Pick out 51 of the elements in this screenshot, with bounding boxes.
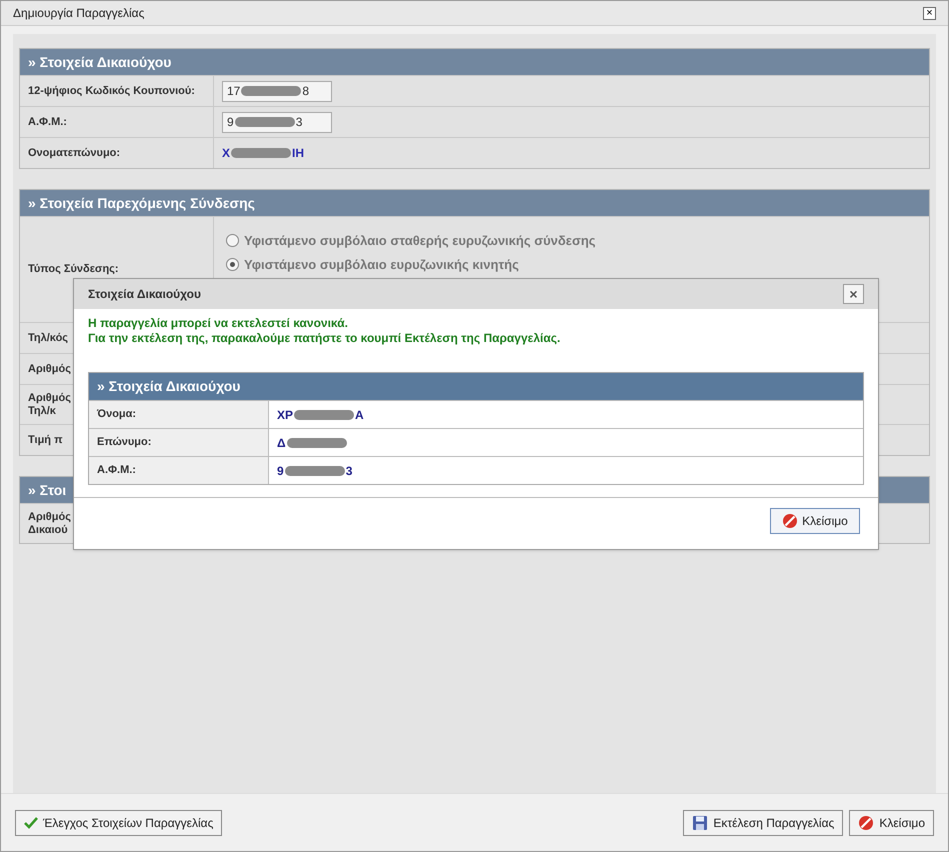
- section-header: » Στοιχεία Παρεχόμενης Σύνδεσης: [20, 190, 929, 216]
- section-header: » Στοιχεία Δικαιούχου: [89, 373, 863, 400]
- close-button[interactable]: Κλείσιμο: [770, 508, 860, 534]
- value-text: 8: [302, 83, 310, 100]
- redaction-mark: [241, 86, 302, 96]
- field-label: Τιμή π: [28, 434, 63, 446]
- cancel-icon: [782, 513, 798, 529]
- value-text: Α: [355, 406, 364, 424]
- value-text: 3: [296, 114, 302, 131]
- field-label: Επώνυμο:: [89, 429, 269, 456]
- redaction-mark: [234, 117, 295, 127]
- value-text: 9: [227, 114, 234, 131]
- value-text: Χ: [222, 145, 230, 162]
- footer-button[interactable]: Έλεγχος Στοιχείων Παραγγελίας: [15, 810, 222, 836]
- value-text: Δ: [277, 434, 286, 452]
- close-button[interactable]: ×: [843, 284, 864, 304]
- text-field[interactable]: 9 3: [222, 112, 332, 132]
- footer-button[interactable]: Εκτέλεση Παραγγελίας: [683, 810, 844, 836]
- field-label: Αριθμός Δικαιού: [28, 510, 72, 536]
- radio-button[interactable]: [226, 258, 239, 271]
- success-message: Η παραγγελία μπορεί να εκτελεστεί κανονικά.: [87, 316, 349, 331]
- footer-button[interactable]: Κλείσιμο: [849, 810, 934, 836]
- radio-label: Υφιστάμενο συμβόλαιο σταθερής ευρυζωνικής σύνδεσης: [244, 232, 596, 250]
- value-text: 17: [227, 83, 240, 100]
- dialog-title: Στοιχεία Δικαιούχου: [88, 286, 201, 303]
- radio-label: Υφιστάμενο συμβόλαιο ευρυζωνικής κινητής: [244, 256, 519, 274]
- redaction-mark: [286, 438, 347, 448]
- field-label: Α.Φ.Μ.:: [28, 116, 67, 128]
- field-label: Όνομα:: [89, 401, 269, 428]
- radio-button[interactable]: [226, 234, 239, 248]
- section-header: » Στοιχεία Δικαιούχου: [20, 49, 929, 75]
- value-text: 3: [346, 462, 352, 480]
- close-button[interactable]: ×: [923, 6, 936, 20]
- field-label: Ονοματεπώνυμο:: [28, 146, 120, 160]
- field-label: Αριθμός Τηλ/κ: [28, 392, 72, 418]
- window-title: Δημιουργία Παραγγελίας: [13, 5, 144, 22]
- text-field[interactable]: 17 8: [222, 80, 332, 102]
- field-label: Τύπος Σύνδεσης:: [28, 263, 119, 276]
- field-label: Αριθμός: [28, 362, 71, 376]
- value-text: ΧΡ: [277, 406, 294, 424]
- value-text: ΙΗ: [292, 145, 304, 162]
- success-message: Για την εκτέλεση της, παρακαλούμε πατήστε το κουμπί Εκτέλεση της Παραγγελίας.: [87, 331, 562, 346]
- cancel-icon: [858, 814, 874, 830]
- field-label: 12-ψήφιος Κωδικός Κουπονιού:: [28, 84, 195, 98]
- checkmark-icon: [24, 816, 38, 828]
- field-label: Τηλ/κός: [28, 332, 68, 344]
- redaction-mark: [284, 466, 345, 476]
- value-text: 9: [277, 462, 284, 480]
- redaction-mark: [231, 148, 292, 158]
- field-label: Α.Φ.Μ.:: [89, 457, 269, 484]
- redaction-mark: [294, 410, 354, 420]
